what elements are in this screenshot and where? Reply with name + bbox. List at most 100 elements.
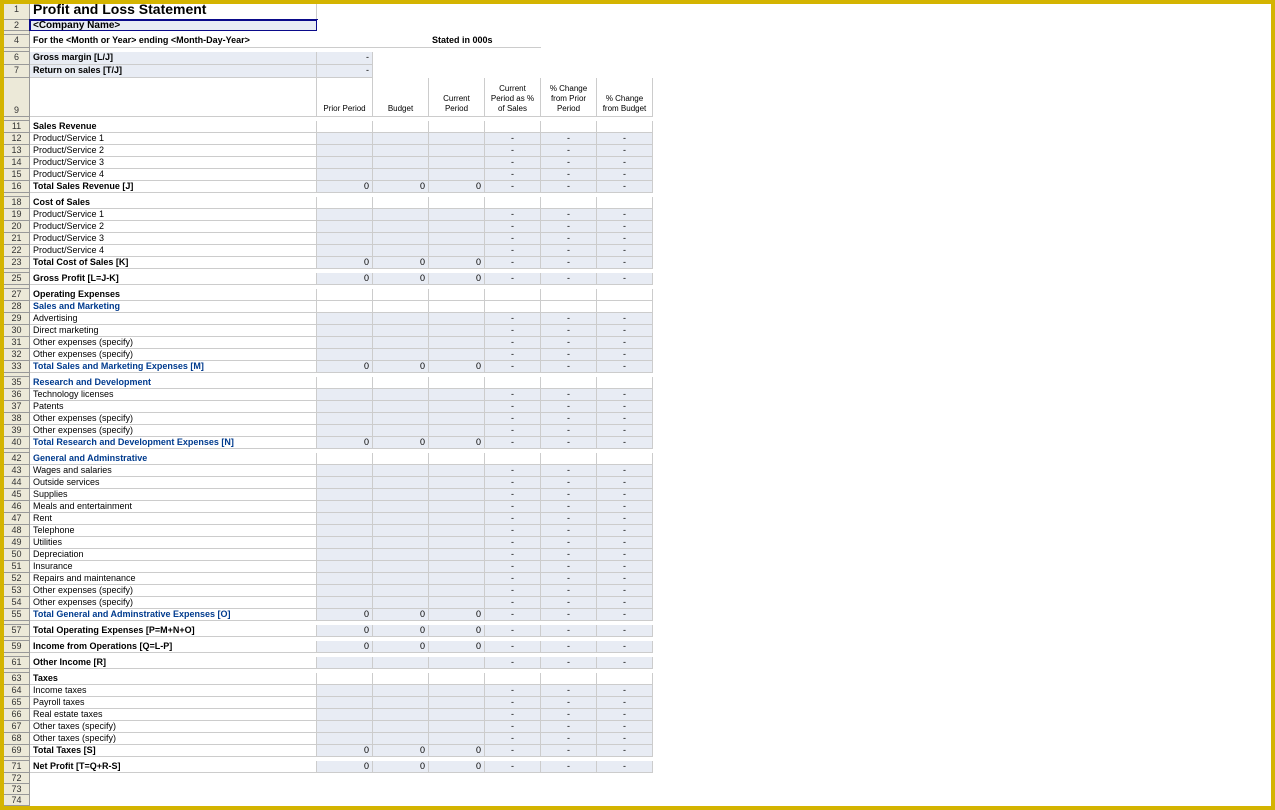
value-cell[interactable] (317, 121, 373, 133)
cell-empty[interactable] (653, 121, 1271, 133)
value-cell[interactable]: - (541, 625, 597, 637)
row-label[interactable]: Total Sales Revenue [J] (30, 181, 317, 193)
value-cell[interactable] (373, 685, 429, 697)
value-cell[interactable]: - (485, 573, 541, 585)
value-cell[interactable] (373, 349, 429, 361)
value-cell[interactable] (429, 721, 485, 733)
row-label[interactable]: Sales Revenue (30, 121, 317, 133)
value-cell[interactable]: - (597, 337, 653, 349)
value-cell[interactable]: - (597, 609, 653, 621)
value-cell[interactable] (597, 673, 653, 685)
value-cell[interactable] (597, 301, 653, 313)
value-cell[interactable]: - (541, 733, 597, 745)
value-cell[interactable] (429, 685, 485, 697)
cell-empty[interactable] (653, 273, 1271, 285)
value-cell[interactable] (317, 685, 373, 697)
row-label[interactable]: Other expenses (specify) (30, 413, 317, 425)
row-header[interactable]: 22 (4, 245, 30, 257)
value-cell[interactable]: - (597, 537, 653, 549)
value-cell[interactable] (373, 549, 429, 561)
value-cell[interactable] (541, 453, 597, 465)
row-header[interactable]: 61 (4, 657, 30, 669)
cell-empty[interactable] (653, 733, 1271, 745)
value-cell[interactable]: - (485, 761, 541, 773)
value-cell[interactable]: - (485, 465, 541, 477)
row-label[interactable]: Other expenses (specify) (30, 597, 317, 609)
value-cell[interactable]: - (541, 477, 597, 489)
value-cell[interactable] (429, 337, 485, 349)
value-cell[interactable]: - (485, 257, 541, 269)
row-label[interactable]: Product/Service 3 (30, 233, 317, 245)
row-label[interactable]: Other expenses (specify) (30, 425, 317, 437)
cell-empty[interactable] (317, 4, 1271, 20)
value-cell[interactable] (429, 673, 485, 685)
row-header[interactable]: 47 (4, 513, 30, 525)
row-header[interactable]: 1 (4, 4, 30, 20)
value-cell[interactable]: - (541, 609, 597, 621)
value-cell[interactable]: - (597, 745, 653, 757)
value-cell[interactable]: - (485, 721, 541, 733)
value-cell[interactable] (429, 389, 485, 401)
row-label[interactable]: Taxes (30, 673, 317, 685)
value-cell[interactable]: - (485, 181, 541, 193)
row-label[interactable]: Repairs and maintenance (30, 573, 317, 585)
value-cell[interactable]: - (597, 145, 653, 157)
value-cell[interactable] (317, 709, 373, 721)
value-cell[interactable]: - (597, 573, 653, 585)
header-change-budget[interactable]: % Change from Budget (597, 78, 653, 117)
value-cell[interactable]: - (597, 561, 653, 573)
row-header[interactable]: 15 (4, 169, 30, 181)
value-cell[interactable]: 0 (373, 273, 429, 285)
row-label[interactable]: Other Income [R] (30, 657, 317, 669)
value-cell[interactable]: - (541, 437, 597, 449)
value-cell[interactable]: - (485, 133, 541, 145)
cell-empty[interactable] (653, 78, 1271, 117)
value-cell[interactable]: - (597, 697, 653, 709)
cell-empty[interactable] (30, 784, 1271, 795)
value-cell[interactable] (429, 709, 485, 721)
value-cell[interactable]: - (485, 657, 541, 669)
value-cell[interactable] (429, 401, 485, 413)
value-cell[interactable]: 0 (429, 641, 485, 653)
cell-empty[interactable] (653, 301, 1271, 313)
value-cell[interactable]: - (597, 233, 653, 245)
value-cell[interactable] (373, 221, 429, 233)
row-header[interactable]: 53 (4, 585, 30, 597)
row-header[interactable]: 36 (4, 389, 30, 401)
value-cell[interactable]: - (485, 157, 541, 169)
row-label[interactable]: Product/Service 2 (30, 221, 317, 233)
row-header[interactable]: 20 (4, 221, 30, 233)
row-header[interactable]: 64 (4, 685, 30, 697)
value-cell[interactable] (429, 525, 485, 537)
cell-empty[interactable] (653, 289, 1271, 301)
value-cell[interactable] (373, 561, 429, 573)
row-label[interactable]: Gross Profit [L=J-K] (30, 273, 317, 285)
cell-empty[interactable] (653, 325, 1271, 337)
cell-empty[interactable] (653, 609, 1271, 621)
value-cell[interactable] (317, 573, 373, 585)
value-cell[interactable]: 0 (317, 745, 373, 757)
row-header[interactable]: 74 (4, 795, 30, 806)
value-cell[interactable] (373, 337, 429, 349)
row-header[interactable]: 2 (4, 20, 30, 31)
value-cell[interactable] (485, 377, 541, 389)
value-cell[interactable] (429, 697, 485, 709)
cell-empty[interactable] (653, 133, 1271, 145)
value-cell[interactable]: 0 (317, 361, 373, 373)
value-cell[interactable] (597, 289, 653, 301)
value-cell[interactable] (373, 301, 429, 313)
row-header[interactable]: 42 (4, 453, 30, 465)
value-cell[interactable] (373, 733, 429, 745)
value-cell[interactable] (317, 377, 373, 389)
value-cell[interactable] (373, 313, 429, 325)
value-cell[interactable]: - (541, 145, 597, 157)
cell-empty[interactable] (653, 549, 1271, 561)
value-cell[interactable]: - (541, 745, 597, 757)
value-cell[interactable]: 0 (373, 181, 429, 193)
value-cell[interactable]: 0 (317, 273, 373, 285)
value-cell[interactable]: - (485, 489, 541, 501)
row-label[interactable]: General and Adminstrative (30, 453, 317, 465)
row-label[interactable]: Total Sales and Marketing Expenses [M] (30, 361, 317, 373)
value-cell[interactable] (317, 549, 373, 561)
cell-empty[interactable] (653, 537, 1271, 549)
